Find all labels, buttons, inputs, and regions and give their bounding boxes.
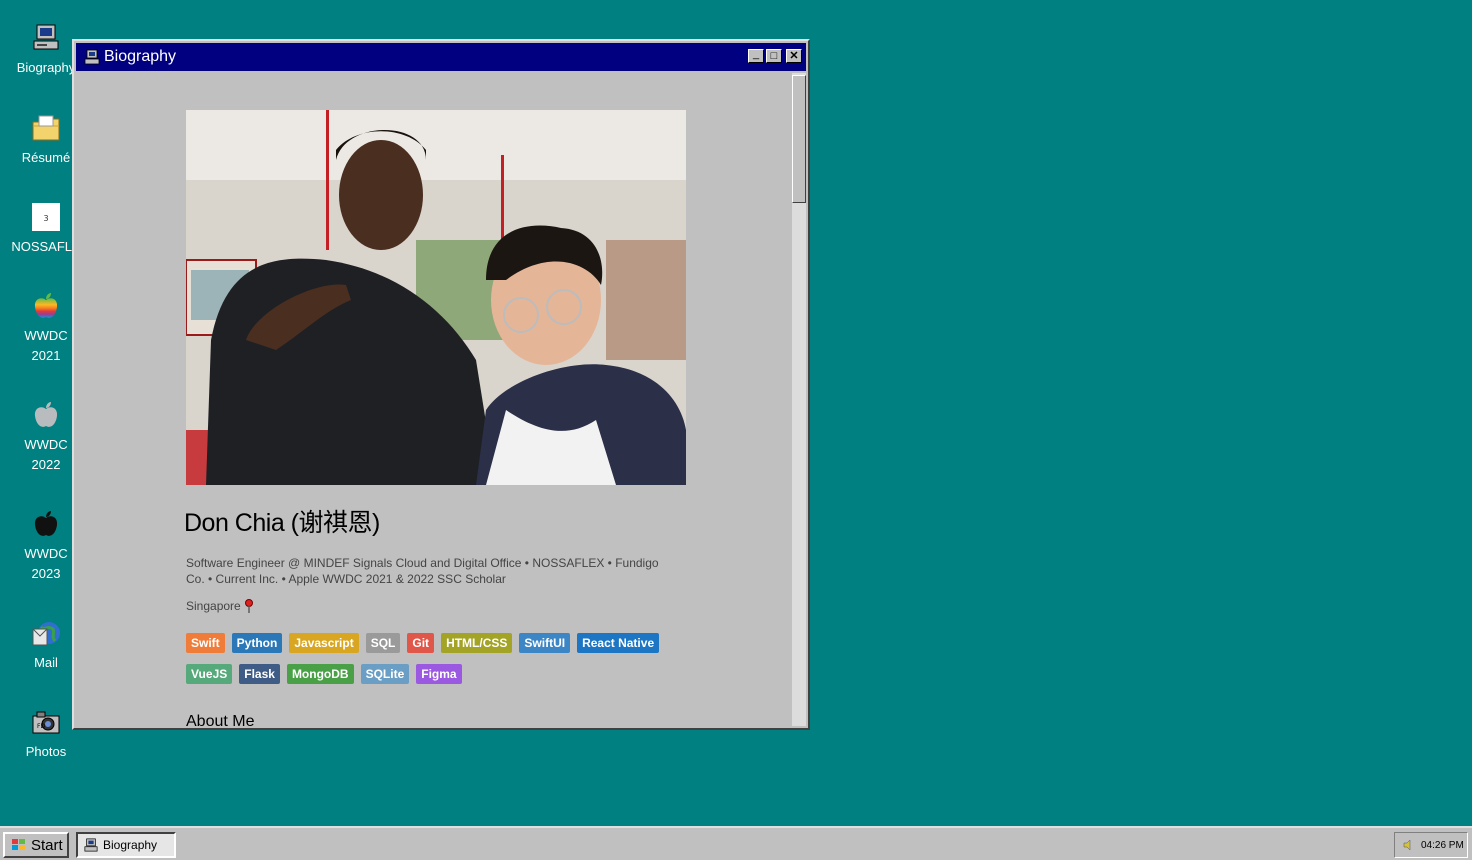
- skill-tag: Swift: [186, 633, 225, 653]
- folder-icon: [32, 115, 60, 141]
- skill-tag: MongoDB: [286, 664, 354, 684]
- skill-tags-row: Swift Python Javascript SQL Git HTML/CSS Swift…: [186, 633, 686, 653]
- taskbar: Start Biography 04:26 PM: [0, 826, 1472, 860]
- skill-tags-row: VueJS Flask MongoDB SQLite Figma: [186, 664, 686, 684]
- start-button[interactable]: Start: [3, 832, 69, 858]
- close-icon: ✕: [789, 49, 799, 62]
- taskbar-item-biography[interactable]: Biography: [76, 832, 176, 858]
- pin-icon: [244, 599, 253, 613]
- skill-tag: SQLite: [360, 664, 410, 684]
- document-icon: 3: [32, 203, 60, 231]
- skill-tag: Flask: [239, 664, 280, 684]
- skill-tag: Javascript: [289, 633, 359, 653]
- clock: 04:26 PM: [1421, 839, 1464, 851]
- apple-black-icon: [34, 511, 58, 536]
- window-title: Biography: [104, 48, 177, 65]
- about-me-heading: About Me: [186, 713, 255, 726]
- svg-text:3: 3: [43, 214, 48, 223]
- location-text: Singapore: [186, 599, 241, 613]
- profile-location: Singapore: [186, 599, 253, 613]
- profile-bio: Software Engineer @ MINDEF Signals Cloud…: [186, 556, 659, 586]
- computer-icon: [84, 49, 100, 65]
- apple-rainbow-icon: [34, 293, 58, 318]
- skill-tag: SQL: [365, 633, 401, 653]
- skill-tag: Figma: [416, 664, 462, 684]
- skill-tag: SwiftUI: [519, 633, 571, 653]
- apple-gray-icon: [34, 402, 58, 427]
- window-titlebar[interactable]: Biography _ □ ✕: [76, 43, 806, 71]
- skill-tag: HTML/CSS: [441, 633, 513, 653]
- skill-tag: Python: [231, 633, 283, 653]
- biography-window[interactable]: Biography _ □ ✕ Don Chia (谢祺恩) Software …: [72, 39, 810, 730]
- computer-icon: [84, 838, 98, 852]
- profile-photo: [186, 110, 686, 485]
- skill-tag: Git: [407, 633, 435, 653]
- skill-tag: React Native: [577, 633, 660, 653]
- system-tray: 04:26 PM: [1394, 832, 1468, 858]
- camera-icon: FD: [32, 711, 60, 734]
- start-label: Start: [31, 836, 63, 854]
- computer-icon: [33, 24, 59, 50]
- window-content: Don Chia (谢祺恩) Software Engineer @ MINDE…: [76, 73, 792, 726]
- close-button[interactable]: ✕: [786, 49, 802, 63]
- scrollbar-thumb[interactable]: [792, 75, 806, 203]
- mail-icon: [32, 622, 60, 646]
- desktop-icon-label: Photos: [25, 744, 67, 759]
- maximize-button[interactable]: □: [766, 49, 782, 63]
- skill-tags: Swift Python Javascript SQL Git HTML/CSS Swift…: [186, 633, 686, 692]
- vertical-scrollbar[interactable]: [792, 73, 806, 726]
- taskbar-item-label: Biography: [103, 838, 158, 852]
- speaker-icon[interactable]: [1403, 839, 1415, 851]
- skill-tag: VueJS: [186, 664, 233, 684]
- maximize-icon: □: [770, 49, 778, 62]
- minimize-icon: _: [752, 47, 760, 60]
- profile-name: Don Chia (谢祺恩): [184, 509, 380, 537]
- svg-text:FD: FD: [37, 723, 45, 730]
- windows-logo-icon: [12, 839, 25, 850]
- minimize-button[interactable]: _: [748, 47, 764, 63]
